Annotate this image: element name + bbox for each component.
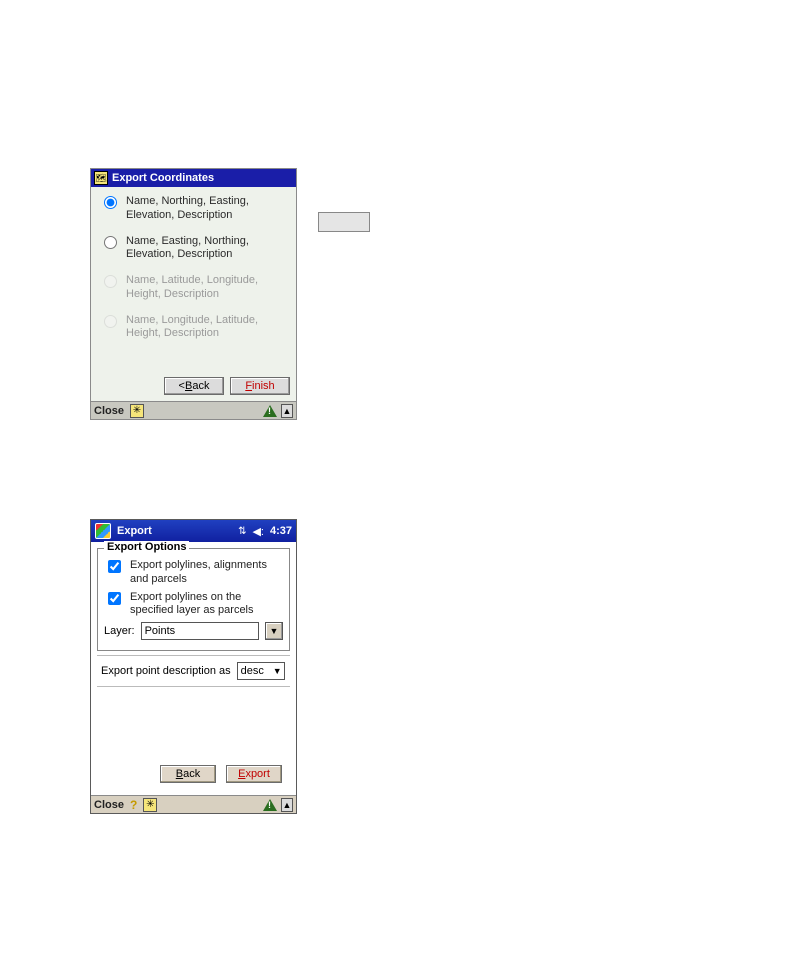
export-dialog: Export ⇅ ◀: 4:37 Export Options Export p… (90, 519, 297, 814)
warning-icon[interactable] (263, 799, 277, 811)
status-bar: Close ✳ ▲ (91, 401, 296, 419)
layer-label: Layer: (104, 625, 135, 637)
export-rest: xport (245, 768, 269, 780)
checkbox-export-polylines[interactable]: Export polylines, alignments and parcels (104, 559, 283, 587)
radio-nen-label: Name, Easting, Northing, Elevation, Desc… (126, 235, 288, 263)
chk-polylines-label: Export polylines, alignments and parcels (130, 559, 283, 587)
radio-nne-input[interactable] (104, 196, 117, 209)
radio-nne-label: Name, Northing, Easting, Elevation, Desc… (126, 195, 288, 223)
back-mnemonic: B (185, 380, 192, 392)
volume-icon[interactable]: ◀: (252, 525, 264, 538)
finish-mnemonic: F (245, 380, 252, 392)
radio-lonlat-input (104, 315, 117, 328)
radio-option-nen[interactable]: Name, Easting, Northing, Elevation, Desc… (99, 235, 288, 263)
button-row: Back Export (97, 687, 290, 789)
dialog-body: Export Options Export polylines, alignme… (91, 542, 296, 795)
back-button[interactable]: Back (160, 765, 216, 783)
finish-button[interactable]: Finish (230, 377, 290, 395)
close-button[interactable]: Close (94, 405, 124, 417)
start-icon[interactable] (95, 523, 111, 539)
layer-combo-dropdown-icon[interactable]: ▼ (265, 622, 283, 640)
desc-label: Export point description as (101, 665, 231, 677)
export-coordinates-dialog: 🗺 Export Coordinates Name, Northing, Eas… (90, 168, 297, 420)
warning-icon[interactable] (263, 405, 277, 417)
back-rest: ack (183, 768, 200, 780)
chk-polylines-input[interactable] (108, 560, 121, 573)
help-icon[interactable]: ? (130, 798, 137, 812)
finish-rest: inish (252, 380, 275, 392)
desc-combo-dropdown-icon: ▼ (273, 666, 282, 676)
back-rest: ack (192, 380, 209, 392)
button-row: < Back Finish (91, 377, 296, 401)
radio-latlon-input (104, 275, 117, 288)
checkbox-layer-as-parcels[interactable]: Export polylines on the specified layer … (104, 591, 283, 619)
description-row: Export point description as desc ▼ (97, 655, 290, 687)
desc-combo-value: desc (241, 665, 264, 677)
layer-row: Layer: Points ▼ (104, 622, 283, 640)
radio-nen-input[interactable] (104, 236, 117, 249)
app-icon: 🗺 (94, 171, 108, 185)
star-icon[interactable]: ✳ (143, 798, 157, 812)
dialog-body: Name, Northing, Easting, Elevation, Desc… (91, 187, 296, 377)
desc-combo[interactable]: desc ▼ (237, 662, 285, 680)
radio-option-latlon: Name, Latitude, Longitude, Height, Descr… (99, 274, 288, 302)
clock-text[interactable]: 4:37 (270, 525, 292, 537)
layer-combo-value: Points (145, 625, 176, 637)
sip-toggle-icon[interactable]: ▲ (281, 798, 293, 812)
radio-option-nne[interactable]: Name, Northing, Easting, Elevation, Desc… (99, 195, 288, 223)
export-mnemonic: E (238, 768, 245, 780)
back-button[interactable]: < Back (164, 377, 224, 395)
wm-titlebar: Export ⇅ ◀: 4:37 (91, 520, 296, 542)
radio-option-lonlat: Name, Longitude, Latitude, Height, Descr… (99, 314, 288, 342)
dialog-title: Export (117, 525, 152, 537)
gray-placeholder-box (318, 212, 370, 232)
group-legend: Export Options (104, 541, 189, 553)
radio-latlon-label: Name, Latitude, Longitude, Height, Descr… (126, 274, 288, 302)
titlebar: 🗺 Export Coordinates (91, 169, 296, 187)
chk-layerparcels-label: Export polylines on the specified layer … (130, 591, 283, 619)
close-button[interactable]: Close (94, 799, 124, 811)
export-button[interactable]: Export (226, 765, 282, 783)
chk-layerparcels-input[interactable] (108, 592, 121, 605)
connectivity-icon[interactable]: ⇅ (238, 526, 246, 537)
back-mnemonic: B (176, 768, 183, 780)
export-options-group: Export Options Export polylines, alignme… (97, 548, 290, 651)
dialog-title: Export Coordinates (112, 172, 214, 184)
radio-lonlat-label: Name, Longitude, Latitude, Height, Descr… (126, 314, 288, 342)
sip-toggle-icon[interactable]: ▲ (281, 404, 293, 418)
layer-combo[interactable]: Points (141, 622, 259, 640)
star-icon[interactable]: ✳ (130, 404, 144, 418)
status-bar: Close ? ✳ ▲ (91, 795, 296, 813)
